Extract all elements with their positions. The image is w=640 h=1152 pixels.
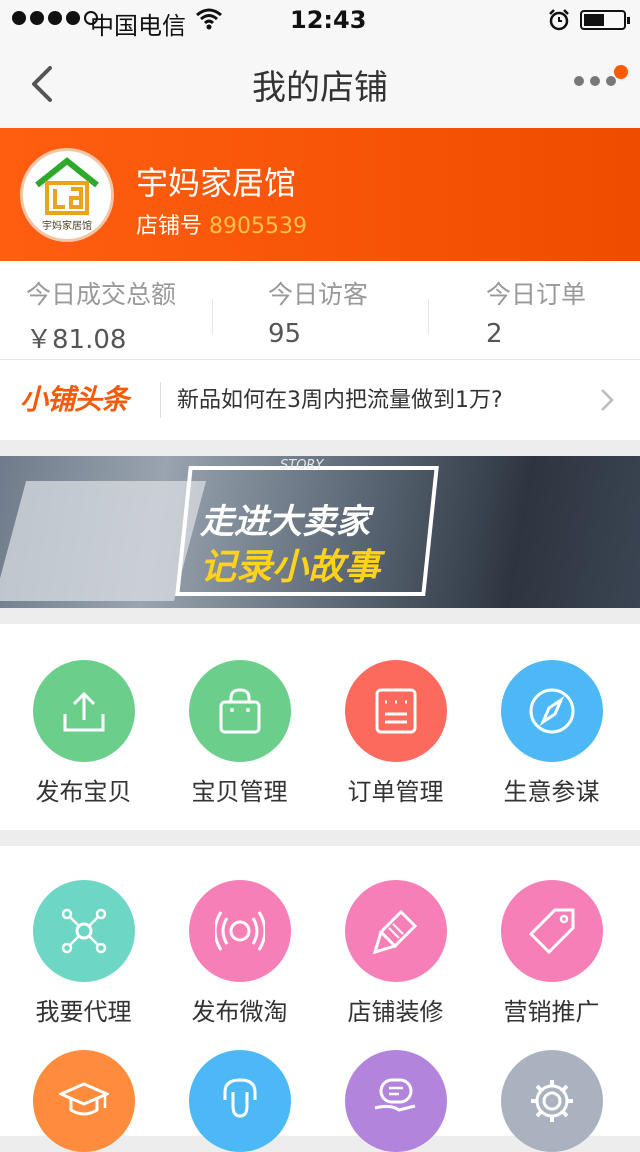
tool-weitao-item[interactable]: 发布微淘	[162, 880, 317, 1027]
tool-service-item[interactable]	[162, 1050, 317, 1152]
stat-value: 95	[268, 319, 302, 349]
shop-header[interactable]: 宇妈家居馆 宇妈家居馆 店铺号 8905539	[0, 128, 640, 261]
page-title: 我的店铺	[252, 68, 388, 108]
signal-strength-icon	[12, 11, 98, 25]
chevron-right-icon	[601, 389, 614, 411]
shopping-bag-icon	[188, 660, 291, 762]
banner-headline: 走进大卖家	[200, 502, 370, 542]
gear-icon	[500, 1050, 603, 1152]
tool-label: 店铺装修	[347, 998, 444, 1026]
tool-label: 营销推广	[503, 998, 600, 1026]
banner-tag: STORY	[280, 458, 324, 473]
clock: 12:43	[290, 6, 367, 34]
tool-publish-item[interactable]: 发布宝贝	[6, 660, 161, 807]
status-bar: 中国电信 12:43	[0, 0, 640, 40]
headline-bar[interactable]: 小铺头条 新品如何在3周内把流量做到1万?	[0, 360, 640, 440]
navigation-bar: 我的店铺	[0, 40, 640, 128]
shop-id: 店铺号 8905539	[136, 208, 307, 240]
tool-orders-item[interactable]: 订单管理	[318, 660, 473, 807]
network-icon	[32, 880, 135, 982]
tool-label: 发布微淘	[191, 998, 288, 1026]
stat-orders[interactable]: 今日订单 2	[486, 275, 586, 349]
tag-icon	[500, 880, 603, 982]
tool-agent-item[interactable]: 我要代理	[6, 880, 161, 1027]
compass-icon	[500, 660, 603, 762]
shop-logo: 宇妈家居馆	[20, 148, 114, 242]
order-list-icon	[344, 660, 447, 762]
shop-name: 宇妈家居馆	[136, 164, 297, 202]
tool-label: 我要代理	[35, 998, 132, 1026]
more-tools-section: 我要代理 发布微淘 店铺装修 营销推广	[0, 846, 640, 1152]
stat-label: 今日订单	[486, 280, 587, 309]
wifi-icon	[196, 8, 222, 30]
logo-caption: 宇妈家居馆	[42, 221, 92, 232]
headline-text: 新品如何在3周内把流量做到1万?	[177, 388, 503, 413]
headset-icon	[188, 1050, 291, 1152]
graduation-cap-icon	[32, 1050, 135, 1152]
stat-label: 今日成交总额	[26, 280, 177, 309]
tool-items-item[interactable]: 宝贝管理	[162, 660, 317, 807]
tool-analytics-item[interactable]: 生意参谋	[474, 660, 629, 807]
stat-value: 2	[486, 319, 503, 349]
broadcast-icon	[188, 880, 291, 982]
upload-icon	[32, 660, 135, 762]
shop-id-label: 店铺号	[136, 214, 203, 239]
shop-id-value: 8905539	[209, 214, 307, 239]
tool-settings-item[interactable]	[474, 1050, 629, 1152]
battery-icon	[580, 10, 630, 30]
core-tools-section: 发布宝贝 宝贝管理 订单管理 生意参谋	[0, 624, 640, 830]
promo-banner[interactable]: STORY 走进大卖家 记录小故事	[0, 456, 640, 608]
today-stats: 今日成交总额 ￥81.08 今日访客 95 今日订单 2	[0, 261, 640, 360]
notification-badge	[614, 65, 628, 79]
stat-value: ￥81.08	[26, 325, 127, 355]
banner-subheadline: 记录小故事	[200, 547, 381, 588]
handshake-icon	[344, 1050, 447, 1152]
carrier-name: 中国电信	[90, 12, 186, 40]
tool-label: 宝贝管理	[191, 778, 288, 806]
stat-label: 今日访客	[268, 280, 369, 309]
tool-cooperate-item[interactable]	[318, 1050, 473, 1152]
tool-learn-item[interactable]	[6, 1050, 161, 1152]
tool-label: 发布宝贝	[35, 778, 132, 806]
brush-icon	[344, 880, 447, 982]
headline-brand-logo: 小铺头条	[20, 383, 129, 416]
stat-visitors[interactable]: 今日访客 95	[268, 275, 368, 349]
stat-sales[interactable]: 今日成交总额 ￥81.08	[26, 275, 176, 356]
more-menu-icon[interactable]	[574, 76, 616, 86]
tool-label: 订单管理	[347, 778, 444, 806]
tool-decorate-item[interactable]: 店铺装修	[318, 880, 473, 1027]
alarm-clock-icon	[549, 9, 569, 31]
tool-marketing-item[interactable]: 营销推广	[474, 880, 629, 1027]
tool-label: 生意参谋	[503, 778, 600, 806]
